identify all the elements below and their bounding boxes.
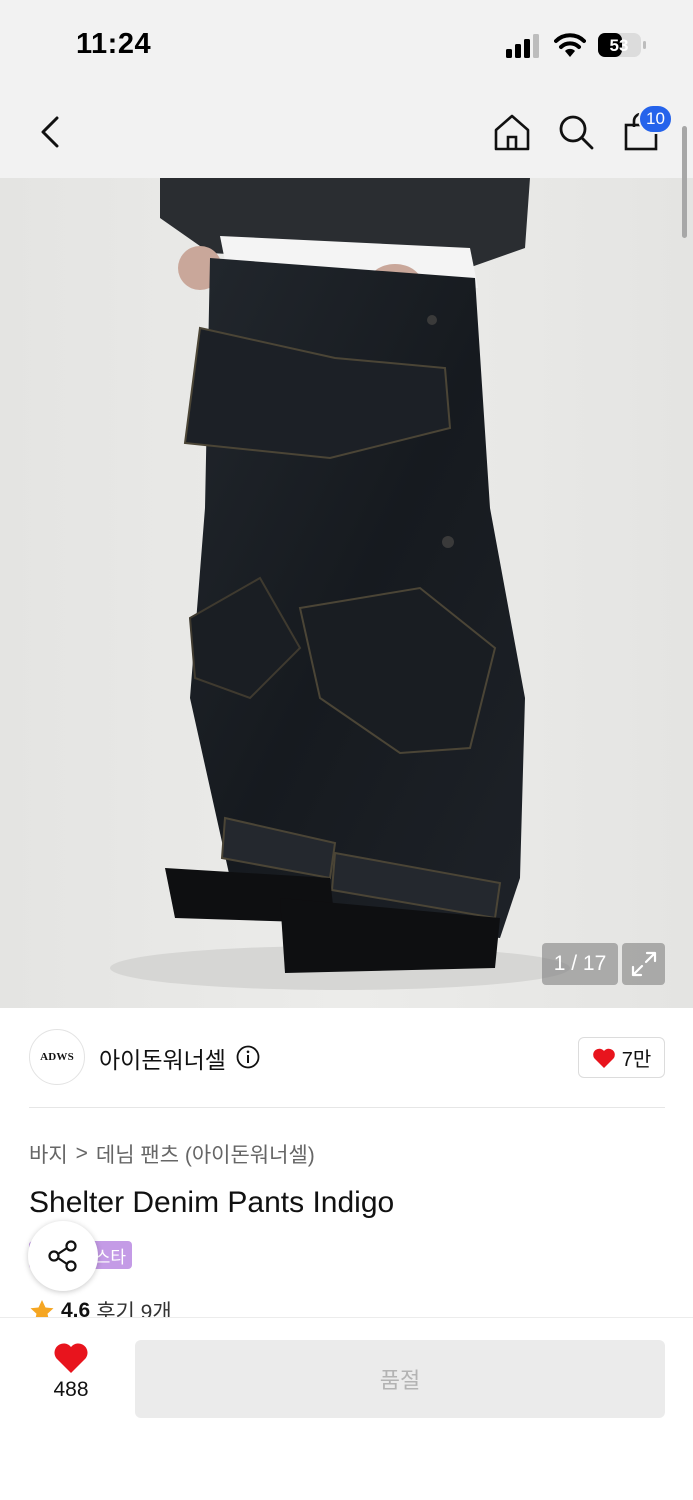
battery-level: 53	[610, 36, 629, 55]
back-button[interactable]	[30, 110, 70, 154]
search-button[interactable]	[552, 108, 600, 156]
brand-name[interactable]: 아이돈워너셀	[99, 1041, 226, 1075]
product-tag-label: 스타	[94, 1247, 126, 1267]
wishlist-button[interactable]: 488	[40, 1342, 102, 1412]
cart-count-badge: 10	[638, 104, 673, 134]
soldout-label: 품절	[379, 1368, 421, 1393]
search-icon	[559, 115, 594, 150]
expand-button[interactable]	[622, 943, 665, 985]
product-photo	[0, 178, 693, 1008]
product-title: Shelter Denim Pants Indigo	[29, 1186, 395, 1219]
divider	[29, 1107, 665, 1108]
home-icon	[494, 114, 530, 151]
brand-like-count: 7만	[621, 1049, 652, 1071]
heart-icon	[54, 1343, 88, 1373]
breadcrumb: 바지 > 데님 팬츠 (아이돈워너셀)	[29, 1139, 315, 1169]
status-time: 11:24	[76, 28, 152, 60]
image-counter: 1 / 17	[542, 943, 618, 985]
signal-icon	[506, 34, 539, 58]
product-image[interactable]	[0, 178, 693, 1008]
home-button[interactable]	[488, 108, 536, 156]
brand-like-button[interactable]: 7만	[578, 1037, 665, 1078]
breadcrumb-category[interactable]: 바지	[29, 1139, 68, 1169]
status-bar: 11:24 53	[0, 0, 693, 90]
battery-icon: 53	[598, 33, 646, 57]
back-icon	[41, 116, 59, 148]
share-icon	[48, 1240, 77, 1272]
breadcrumb-separator: >	[75, 1142, 88, 1165]
top-nav	[0, 90, 693, 178]
soldout-button[interactable]: 품절	[135, 1340, 665, 1418]
expand-icon	[631, 951, 656, 977]
breadcrumb-subcategory[interactable]: 데님 팬츠 (아이돈워너셀)	[96, 1139, 315, 1169]
share-button[interactable]	[28, 1221, 98, 1291]
scrollbar[interactable]	[682, 126, 687, 238]
brand-logo[interactable]: ADWS	[29, 1029, 85, 1085]
brand-logo-text: ADWS	[40, 1051, 74, 1063]
wifi-icon	[554, 33, 586, 57]
info-icon[interactable]	[236, 1045, 260, 1069]
wishlist-count: 488	[53, 1378, 89, 1401]
heart-icon	[592, 1048, 615, 1068]
